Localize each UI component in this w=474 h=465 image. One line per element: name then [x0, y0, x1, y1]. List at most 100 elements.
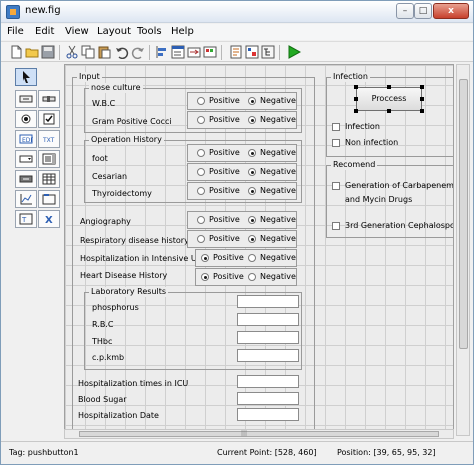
open-folder-icon[interactable]: [25, 45, 39, 59]
non-infection-checkbox[interactable]: [332, 139, 340, 147]
phosphorus-edit-field[interactable]: [237, 295, 299, 308]
palette-checkbox[interactable]: [38, 110, 60, 128]
selection-handle[interactable]: [420, 97, 424, 101]
vertical-scrollbar[interactable]: [456, 64, 470, 436]
palette-axes[interactable]: [15, 190, 37, 208]
thyroidectomy-positive-radio[interactable]: [197, 187, 205, 195]
selection-handle[interactable]: [387, 85, 391, 89]
selection-handle[interactable]: [420, 109, 424, 113]
cesarian-negative-radio[interactable]: [248, 168, 256, 176]
blood-sugar-field[interactable]: [237, 392, 299, 405]
wbc-positive-radio[interactable]: [197, 97, 205, 105]
wbc-button-group[interactable]: Positive Negative: [187, 92, 297, 110]
menu-edit[interactable]: Edit: [35, 26, 54, 37]
foot-positive-radio[interactable]: [197, 149, 205, 157]
guide-window: new.fig – □ x File Edit View Layout Tool…: [0, 0, 474, 465]
selection-handle[interactable]: [354, 97, 358, 101]
object-browser-icon[interactable]: [261, 45, 275, 59]
palette-panel[interactable]: [38, 190, 60, 208]
horizontal-scrollbar[interactable]: |||: [64, 429, 454, 439]
tab-order-icon[interactable]: [187, 45, 201, 59]
palette-radiobutton[interactable]: [15, 110, 37, 128]
gram-positive-cocci-negative-radio[interactable]: [248, 116, 256, 124]
property-inspector-icon[interactable]: [245, 45, 259, 59]
redo-icon[interactable]: [131, 45, 145, 59]
palette-popup-menu[interactable]: [15, 150, 37, 168]
save-icon[interactable]: [41, 45, 55, 59]
heart-disease-history-button-group[interactable]: Positive Negative: [195, 268, 297, 286]
paste-icon[interactable]: [97, 45, 111, 59]
toolbar-editor-icon[interactable]: [203, 45, 217, 59]
palette-activex[interactable]: X: [38, 210, 60, 228]
cpkmb-edit-field[interactable]: [237, 349, 299, 362]
new-file-icon[interactable]: [9, 45, 23, 59]
proccess-button[interactable]: Proccess: [356, 87, 422, 111]
palette-static-text[interactable]: TXT: [38, 130, 60, 148]
menu-editor-icon[interactable]: [171, 45, 185, 59]
angiography-button-group[interactable]: Positive Negative: [187, 211, 297, 229]
close-button[interactable]: x: [433, 3, 469, 19]
hospitalization-date-field[interactable]: [237, 408, 299, 421]
undo-icon[interactable]: [115, 45, 129, 59]
heart-disease-negative-label: Negative: [260, 272, 296, 281]
palette-listbox[interactable]: [38, 150, 60, 168]
palette-select-button[interactable]: [15, 68, 37, 86]
menu-file[interactable]: File: [7, 26, 24, 37]
cephalosporins-label: 3rd Generation Cephalosporins: [345, 221, 454, 230]
vertical-scroll-thumb[interactable]: [459, 79, 468, 349]
palette-table[interactable]: [38, 170, 60, 188]
thyroidectomy-label: Thyroidectomy: [92, 189, 152, 198]
menu-layout[interactable]: Layout: [97, 26, 131, 37]
angiography-positive-radio[interactable]: [197, 216, 205, 224]
heart-disease-positive-radio[interactable]: [201, 273, 209, 281]
hospitalization-positive-label: Positive: [213, 253, 244, 262]
cesarian-positive-radio[interactable]: [197, 168, 205, 176]
rbc-edit-field[interactable]: [237, 313, 299, 326]
respiratory-negative-radio[interactable]: [248, 235, 256, 243]
cesarian-button-group[interactable]: Positive Negative: [187, 163, 297, 181]
infection-checkbox[interactable]: [332, 123, 340, 131]
maximize-button[interactable]: □: [414, 3, 432, 19]
carbapenem-label-line2: and Mycin Drugs: [345, 195, 413, 204]
copy-icon[interactable]: [81, 45, 95, 59]
wbc-negative-radio[interactable]: [248, 97, 256, 105]
cephalosporins-checkbox[interactable]: [332, 222, 340, 230]
heart-disease-negative-radio[interactable]: [248, 273, 256, 281]
angiography-negative-radio[interactable]: [248, 216, 256, 224]
selection-handle[interactable]: [420, 85, 424, 89]
palette-edit-text[interactable]: EDIT: [15, 130, 37, 148]
foot-button-group[interactable]: Positive Negative: [187, 144, 297, 162]
menu-tools[interactable]: Tools: [137, 26, 162, 37]
palette-slider[interactable]: [38, 90, 60, 108]
minimize-button[interactable]: –: [396, 3, 414, 19]
selection-handle[interactable]: [354, 109, 358, 113]
layout-canvas[interactable]: Input nose culture W.B.C Positive Negati…: [64, 64, 454, 436]
respiratory-positive-radio[interactable]: [197, 235, 205, 243]
gram-positive-cocci-negative-label: Negative: [260, 115, 296, 124]
menu-view[interactable]: View: [65, 26, 89, 37]
palette-pushbutton[interactable]: [15, 90, 37, 108]
hospitalization-positive-radio[interactable]: [201, 254, 209, 262]
gram-positive-cocci-positive-radio[interactable]: [197, 116, 205, 124]
selection-handle[interactable]: [387, 109, 391, 113]
foot-negative-radio[interactable]: [248, 149, 256, 157]
hospitalization-negative-radio[interactable]: [248, 254, 256, 262]
cesarian-negative-label: Negative: [260, 167, 296, 176]
palette-toggle-button[interactable]: [15, 170, 37, 188]
horizontal-scroll-thumb[interactable]: [79, 431, 439, 437]
hospitalization-intensive-unit-button-group[interactable]: Positive Negative: [195, 249, 297, 267]
thyroidectomy-negative-radio[interactable]: [248, 187, 256, 195]
align-icon[interactable]: [155, 45, 169, 59]
carbapenem-checkbox[interactable]: [332, 182, 340, 190]
respiratory-disease-history-button-group[interactable]: Positive Negative: [187, 230, 297, 248]
thyroidectomy-button-group[interactable]: Positive Negative: [187, 182, 297, 200]
palette-button-group[interactable]: T: [15, 210, 37, 228]
thbc-edit-field[interactable]: [237, 331, 299, 344]
menu-help[interactable]: Help: [171, 26, 194, 37]
m-file-editor-icon[interactable]: [229, 45, 243, 59]
gram-positive-cocci-button-group[interactable]: Positive Negative: [187, 111, 297, 129]
run-icon[interactable]: [287, 45, 301, 59]
hospitalization-times-icu-field[interactable]: [237, 375, 299, 388]
selection-handle[interactable]: [354, 85, 358, 89]
cut-icon[interactable]: [65, 45, 79, 59]
